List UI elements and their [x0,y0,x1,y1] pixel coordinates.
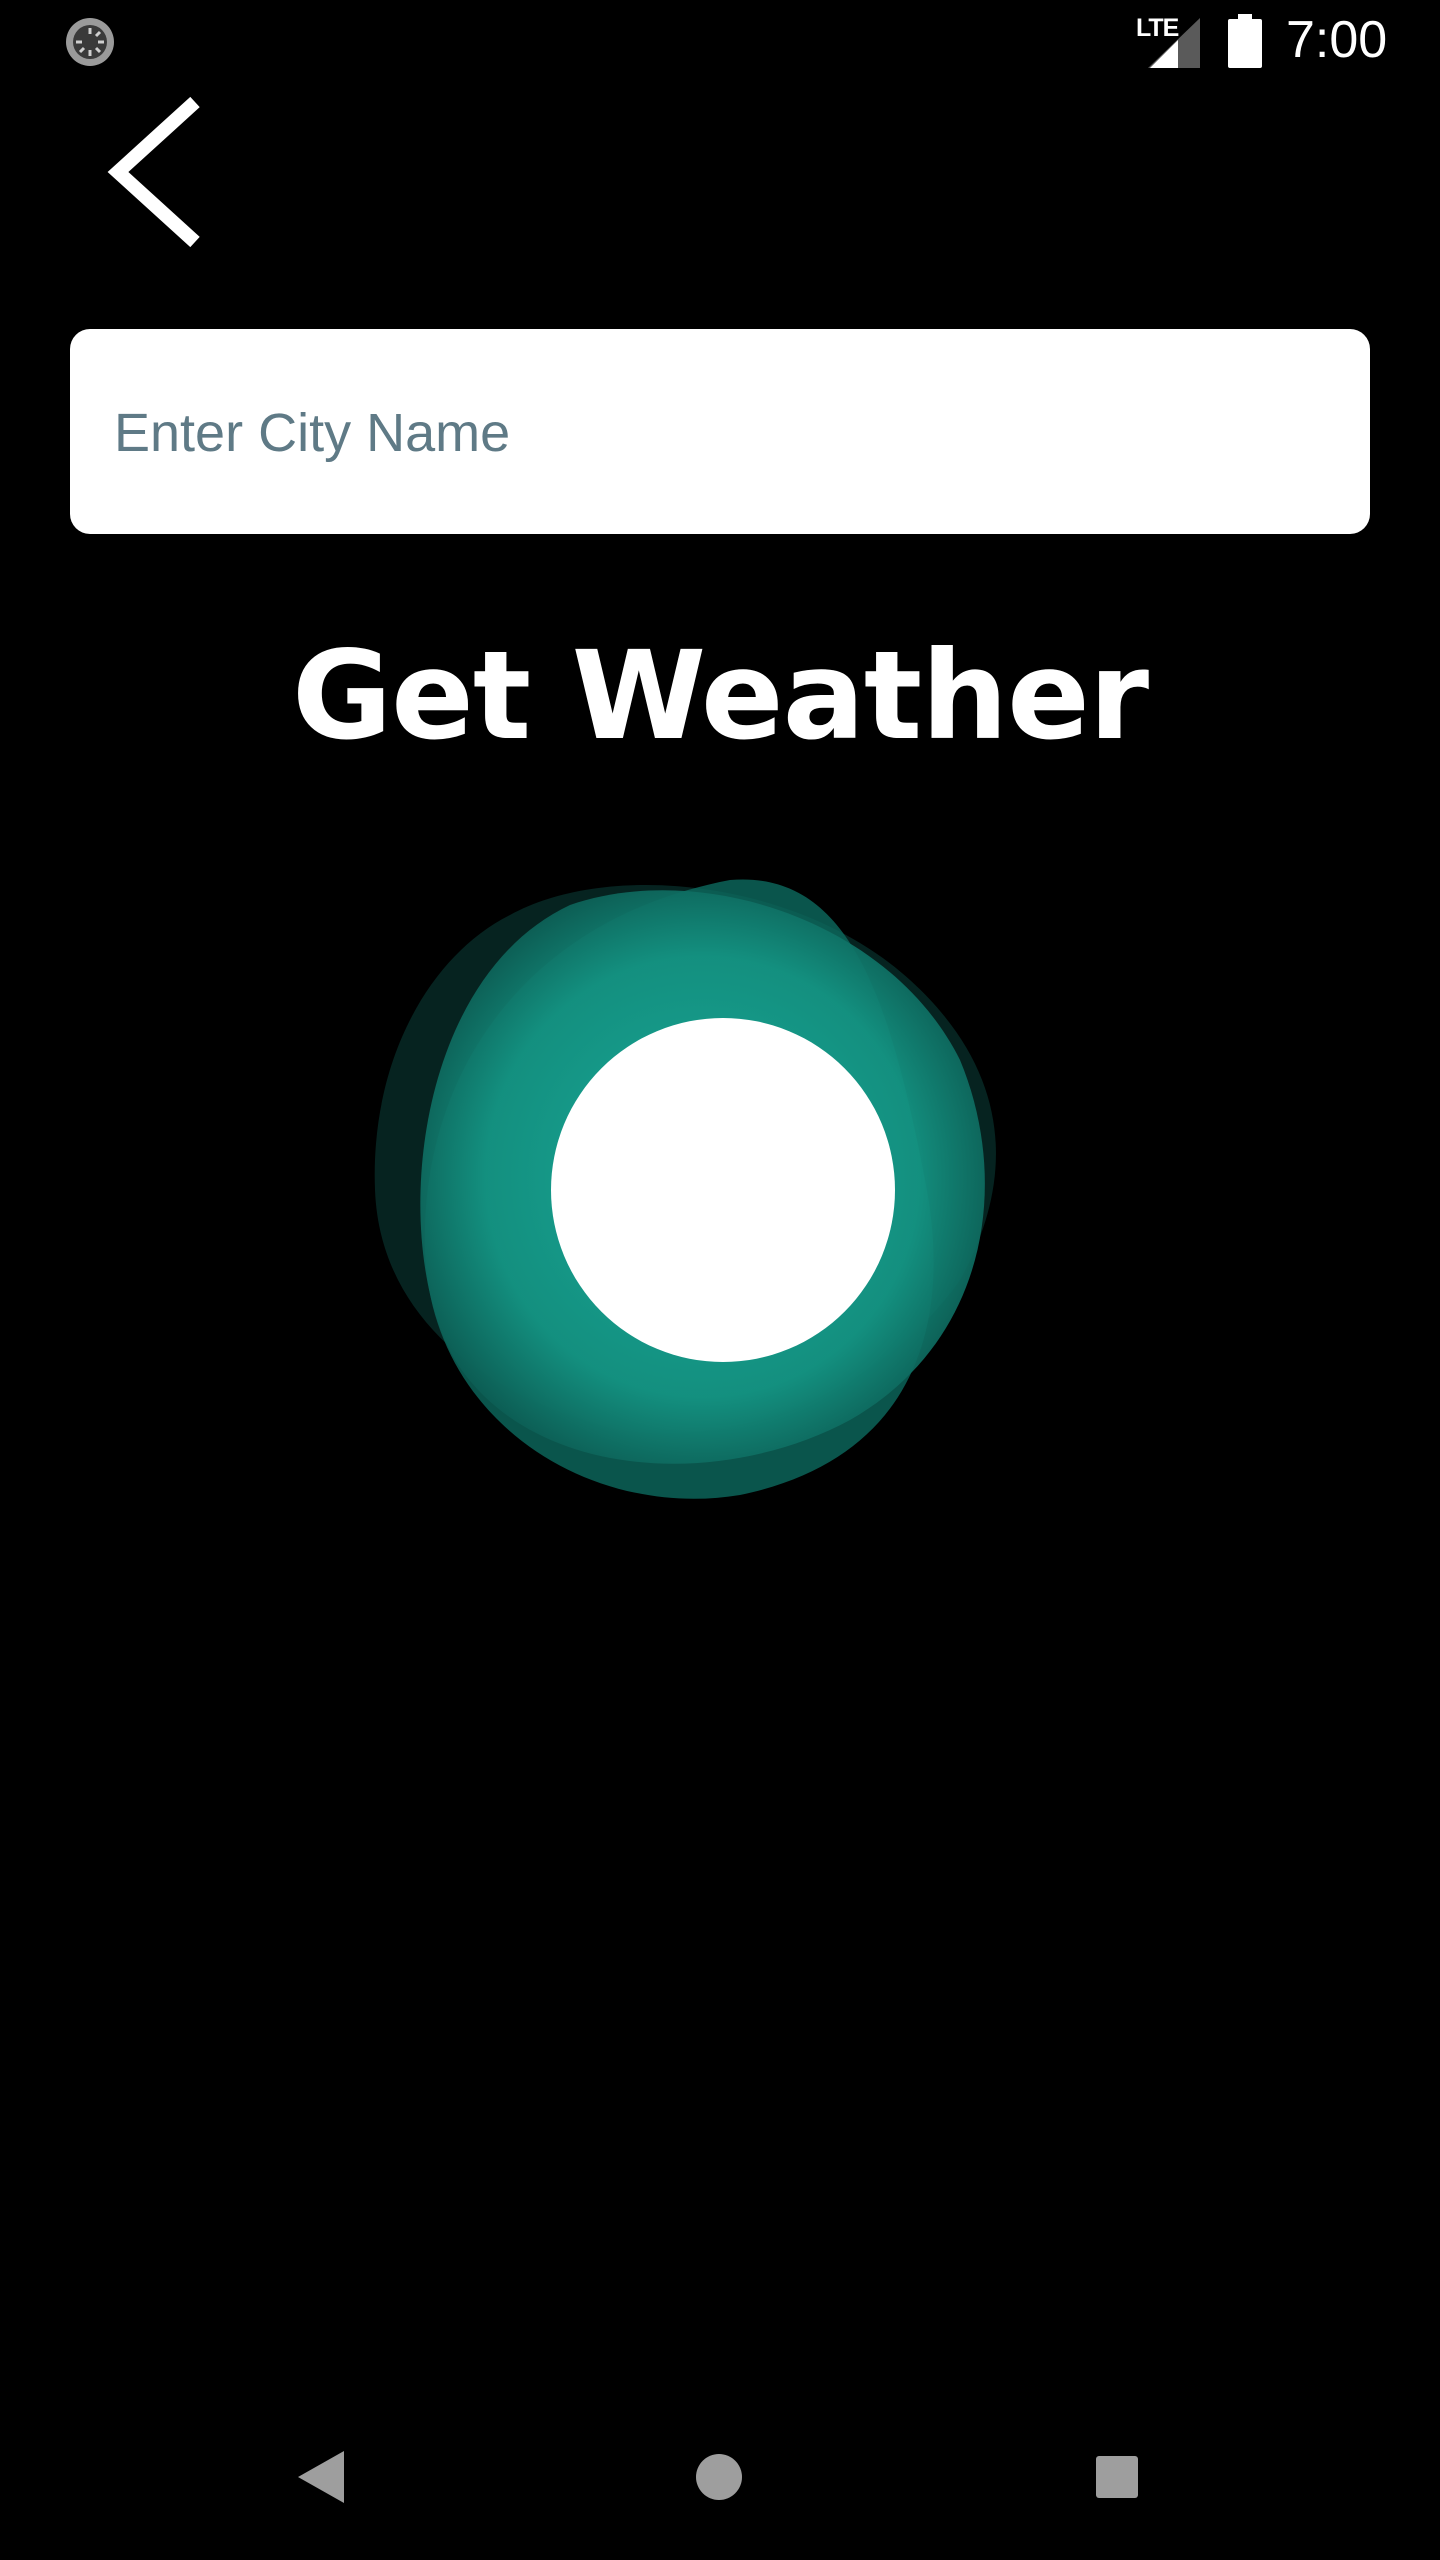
city-input-container [70,329,1370,536]
get-weather-button[interactable]: Get Weather [0,625,1440,767]
nav-recents-icon[interactable] [1096,2456,1138,2498]
city-name-input[interactable] [112,329,1336,536]
status-time: 7:00 [1286,11,1388,69]
loading-blob-icon [374,879,996,1499]
nav-back-icon[interactable] [298,2451,344,2503]
loader-center-circle [551,1018,895,1362]
battery-icon [1228,14,1262,68]
signal-icon [1148,18,1200,68]
chevron-left-icon [107,96,200,248]
nav-home-icon[interactable] [696,2454,742,2500]
back-button[interactable] [100,92,220,252]
system-nav-bar [0,2400,1440,2560]
sync-icon [66,18,114,66]
status-bar: LTE 7:00 [0,0,1440,84]
